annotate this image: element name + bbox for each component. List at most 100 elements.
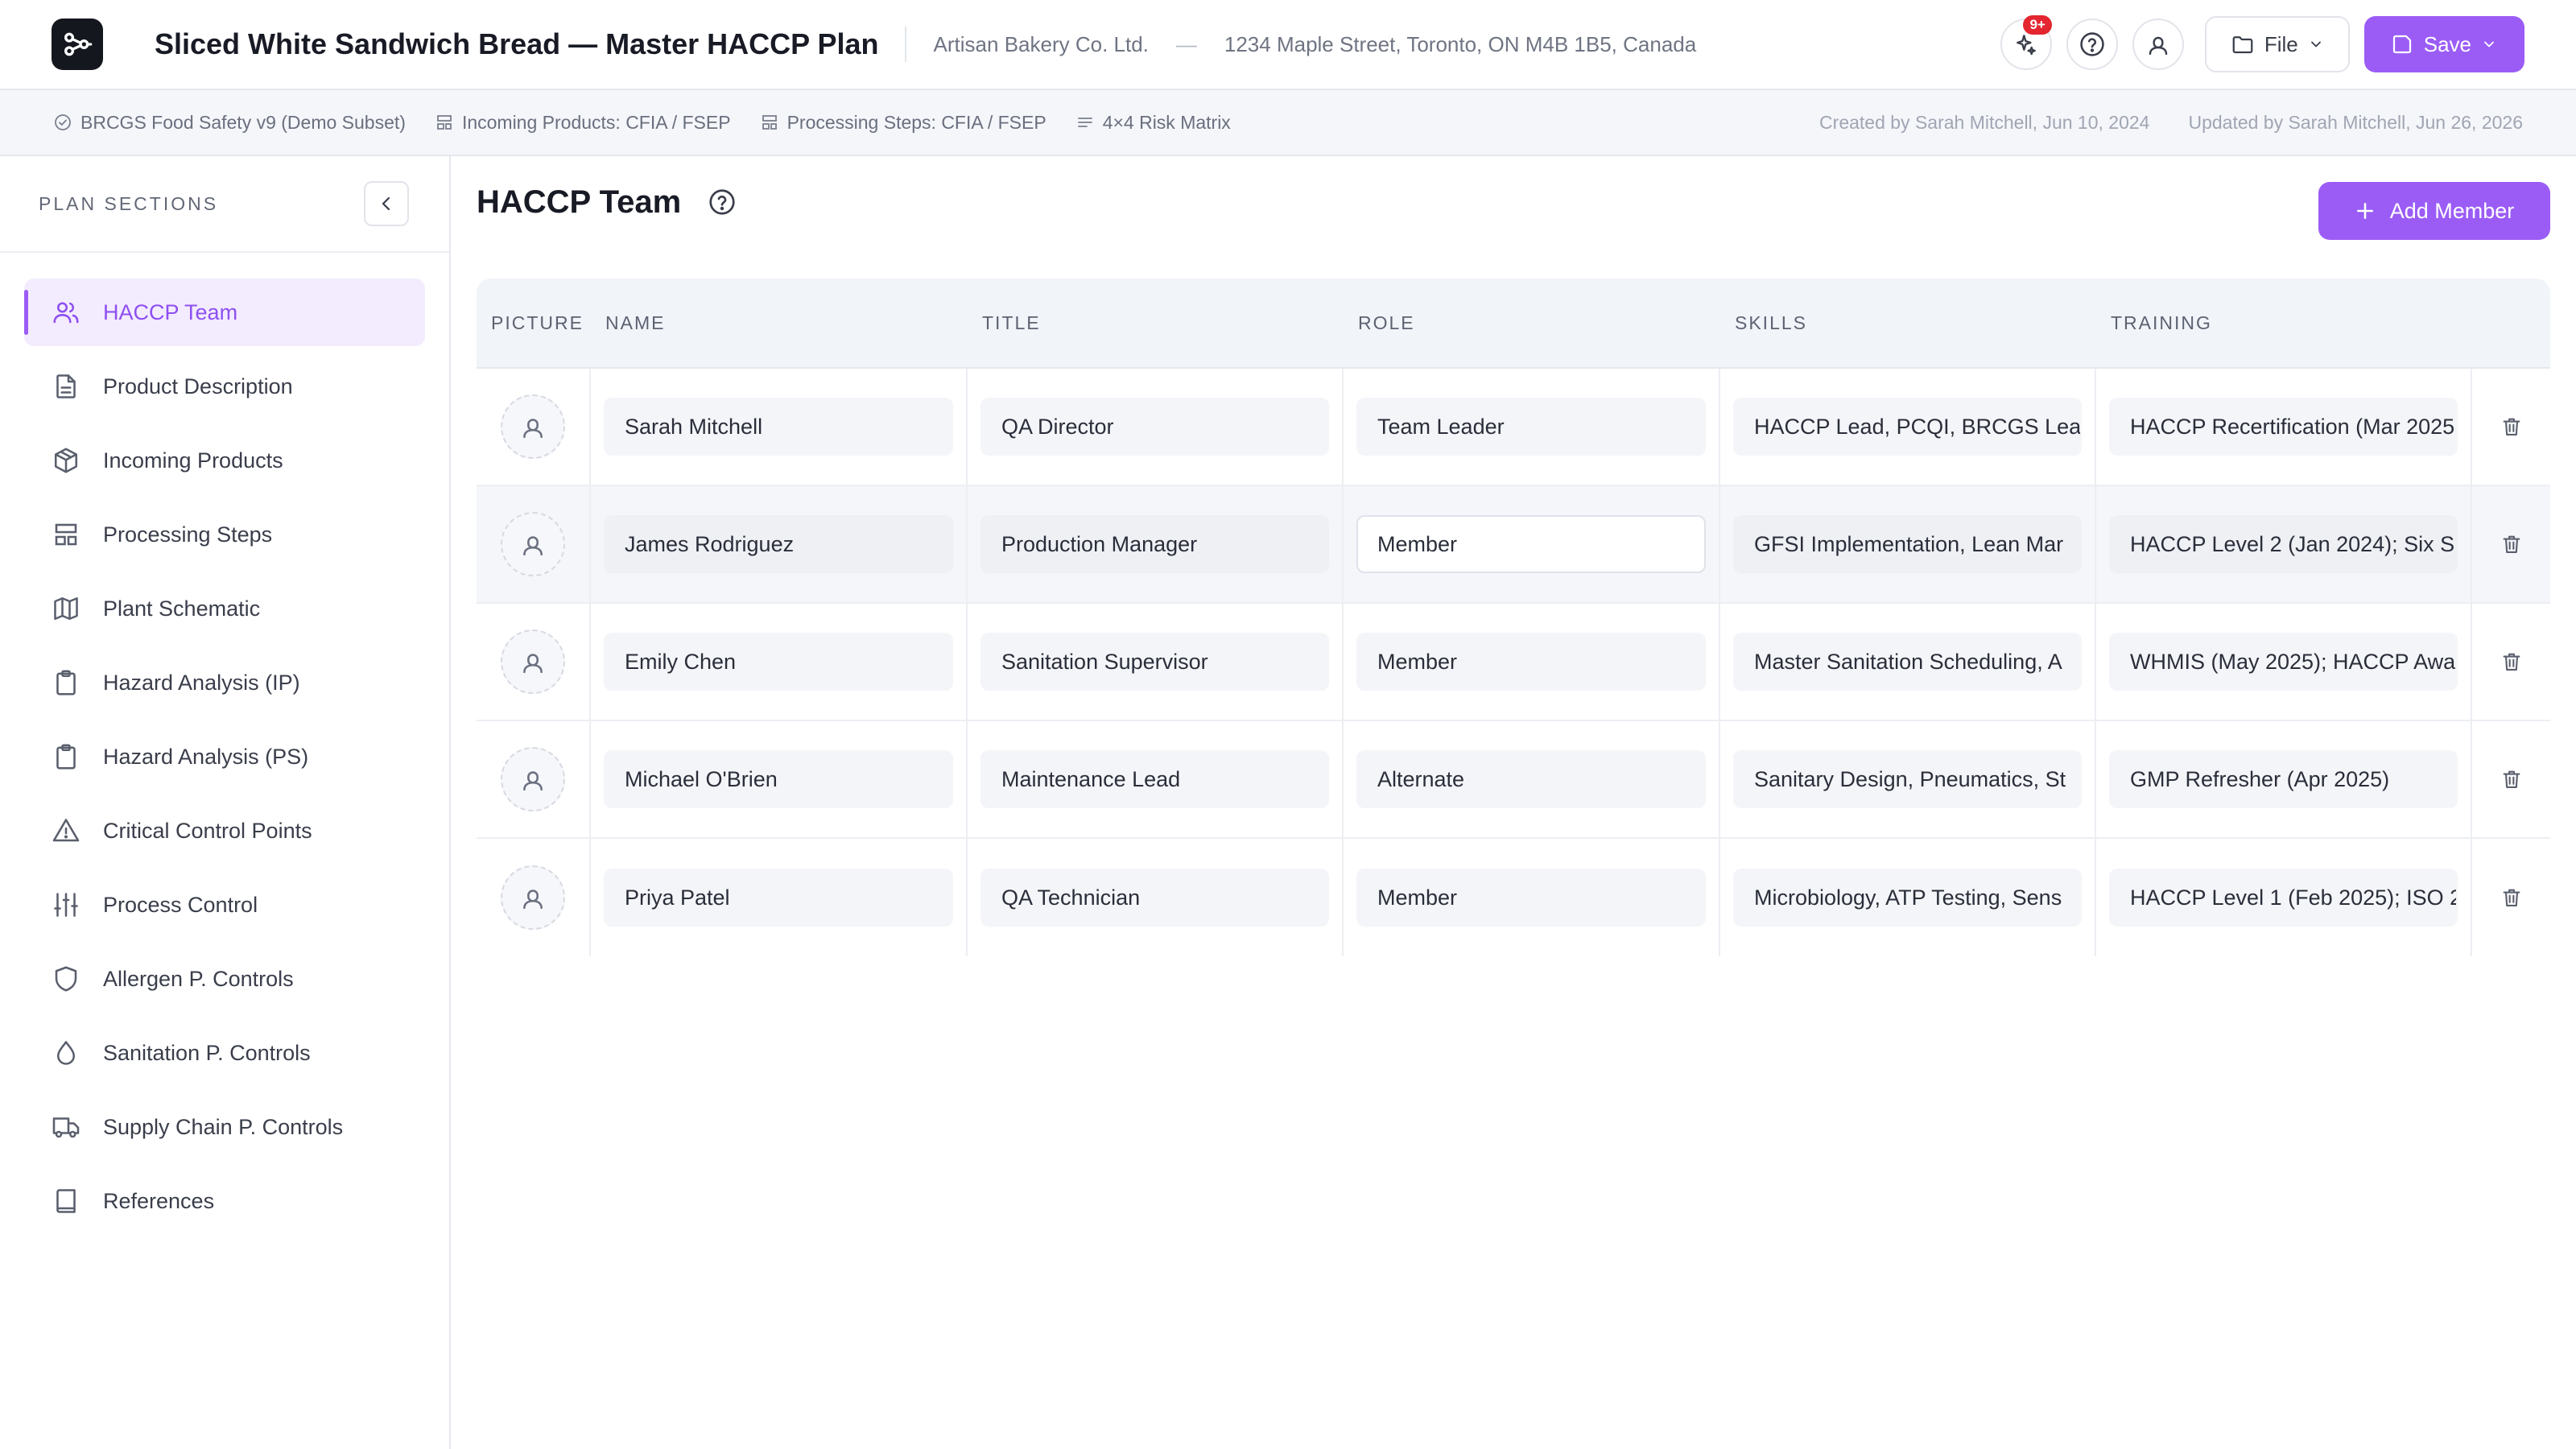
document-icon [50,370,82,402]
name-field[interactable]: James Rodriguez [604,515,953,573]
add-member-button[interactable]: Add Member [2318,182,2550,240]
sidebar-header: PLAN SECTIONS [0,156,449,253]
help-icon [2080,32,2104,56]
title-field[interactable]: Sanitation Supervisor [980,633,1329,691]
meta-incoming: Incoming Products: CFIA / FSEP [435,112,731,134]
name-field[interactable]: Emily Chen [604,633,953,691]
training-field[interactable]: GMP Refresher (Apr 2025) [2109,750,2458,808]
column-header-picture: PICTURE [491,312,584,333]
name-cell: James Rodriguez [591,486,968,602]
avatar-upload[interactable] [501,512,565,576]
role-field[interactable]: Member [1356,515,1706,573]
training-field[interactable]: HACCP Level 1 (Feb 2025); ISO 2 [2109,869,2458,927]
ai-sparkle-button[interactable]: 9+ [2000,15,2052,70]
role-field[interactable]: Team Leader [1356,398,1706,456]
actions-cell [2472,486,2550,602]
training-field[interactable]: HACCP Level 2 (Jan 2024); Six Sig [2109,515,2458,573]
title-cell: Sanitation Supervisor [968,604,1344,720]
file-menu-button[interactable]: File [2204,16,2350,72]
meta-incoming-label: Incoming Products: CFIA / FSEP [461,111,731,133]
meta-matrix-label: 4×4 Risk Matrix [1102,111,1231,133]
name-cell: Emily Chen [591,604,968,720]
main-content: HACCP Team Add Member PICTURE NAME TITLE… [452,156,2576,1449]
user-icon [523,654,543,674]
title-field[interactable]: Maintenance Lead [980,750,1329,808]
training-field[interactable]: WHMIS (May 2025); HACCP Awa [2109,633,2458,691]
clipboard-icon [50,667,82,699]
created-info: Created by Sarah Mitchell, Jun 10, 2024 [1819,111,2150,133]
chevron-down-icon [2484,41,2494,47]
help-button[interactable] [2066,19,2118,70]
skills-field[interactable]: Microbiology, ATP Testing, Sens [1733,869,2082,927]
sidebar-item-hazard-analysis-ip[interactable]: Hazard Analysis (IP) [24,649,425,716]
role-cell: Member [1344,604,1720,720]
role-field[interactable]: Member [1356,869,1706,927]
sidebar-item-plant-schematic[interactable]: Plant Schematic [24,575,425,642]
title-field[interactable]: Production Manager [980,515,1329,573]
table-row: James Rodriguez Production Manager Membe… [477,486,2550,604]
delete-member-button[interactable] [2485,768,2537,791]
sidebar-item-incoming-products[interactable]: Incoming Products [24,427,425,494]
sidebar-item-process-control[interactable]: Process Control [24,871,425,939]
table-row: Emily Chen Sanitation Supervisor Member … [477,604,2550,721]
role-cell: Alternate [1344,721,1720,837]
sidebar-item-haccp-team[interactable]: HACCP Team [24,279,425,346]
avatar-upload[interactable] [501,747,565,811]
warning-icon [50,815,82,847]
delete-member-button[interactable] [2485,650,2537,673]
header-divider [904,27,906,62]
sidebar-item-allergen-controls[interactable]: Allergen P. Controls [24,945,425,1013]
column-header-name: NAME [605,312,666,333]
role-field[interactable]: Member [1356,633,1706,691]
picture-cell [477,486,591,602]
trash-icon [2503,535,2520,553]
share-nodes-icon [64,32,93,56]
column-header-skills: SKILLS [1735,312,1807,333]
avatar-upload[interactable] [501,394,565,459]
sidebar-item-product-description[interactable]: Product Description [24,353,425,420]
avatar-upload[interactable] [501,865,565,930]
plan-meta-bar: BRCGS Food Safety v9 (Demo Subset) Incom… [0,90,2576,156]
name-field[interactable]: Michael O'Brien [604,750,953,808]
title-cell: Maintenance Lead [968,721,1344,837]
skills-field[interactable]: GFSI Implementation, Lean Mar [1733,515,2082,573]
sidebar-item-supply-chain-controls[interactable]: Supply Chain P. Controls [24,1093,425,1161]
training-field[interactable]: HACCP Recertification (Mar 2025 [2109,398,2458,456]
sidebar-item-sanitation-controls[interactable]: Sanitation P. Controls [24,1019,425,1087]
skills-field[interactable]: Master Sanitation Scheduling, A [1733,633,2082,691]
user-icon [523,890,543,910]
delete-member-button[interactable] [2485,533,2537,555]
name-field[interactable]: Sarah Mitchell [604,398,953,456]
app-logo[interactable] [52,19,103,70]
sidebar-item-references[interactable]: References [24,1167,425,1235]
chevron-left-icon [382,196,390,211]
name-cell: Sarah Mitchell [591,369,968,485]
sidebar-item-critical-control-points[interactable]: Critical Control Points [24,797,425,865]
sidebar-item-hazard-analysis-ps[interactable]: Hazard Analysis (PS) [24,723,425,791]
sidebar-item-label: HACCP Team [103,299,238,324]
title-cell: QA Technician [968,839,1344,956]
sidebar-item-label: References [103,1188,215,1213]
sidebar-item-processing-steps[interactable]: Processing Steps [24,501,425,568]
name-field[interactable]: Priya Patel [604,869,953,927]
grid-icon [437,115,452,130]
users-icon [50,296,82,328]
save-button[interactable]: Save [2363,16,2524,72]
role-field[interactable]: Alternate [1356,750,1706,808]
delete-member-button[interactable] [2485,886,2537,909]
section-help-button[interactable] [704,184,741,221]
column-header-role: ROLE [1358,312,1415,333]
header-actions: 9+ File Save [2000,15,2524,72]
chevron-down-icon [2310,41,2321,47]
delete-member-button[interactable] [2485,415,2537,438]
collapse-sidebar-button[interactable] [364,181,409,226]
skills-field[interactable]: Sanitary Design, Pneumatics, St [1733,750,2082,808]
title-field[interactable]: QA Technician [980,869,1329,927]
user-button[interactable] [2132,19,2184,70]
skills-cell: Master Sanitation Scheduling, A [1720,604,2096,720]
title-field[interactable]: QA Director [980,398,1329,456]
skills-field[interactable]: HACCP Lead, PCQI, BRCGS Lead [1733,398,2082,456]
trash-icon [2503,418,2520,436]
avatar-upload[interactable] [501,630,565,694]
section-header: HACCP Team [477,184,741,221]
